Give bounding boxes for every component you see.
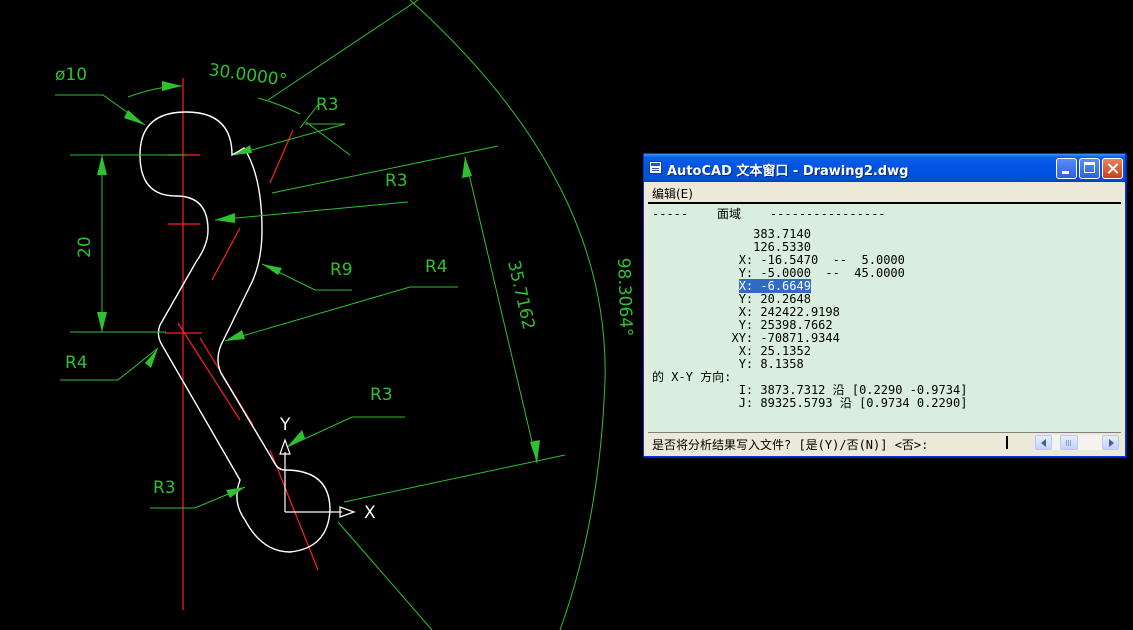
scroll-thumb[interactable] (1060, 435, 1078, 450)
scroll-right-button[interactable] (1102, 435, 1119, 450)
text-line: ----- 面域 ---------------- (652, 207, 886, 221)
scroll-left-button[interactable] (1035, 435, 1052, 450)
text-window-icon[interactable] (649, 161, 662, 174)
r4-left-label: R4 (65, 353, 88, 373)
text-line: J: 89325.5793 沿 [0.9734 0.2290] (652, 396, 968, 410)
r3-lower-label: R3 (370, 385, 393, 405)
r4-right-label: R4 (425, 257, 448, 277)
maximize-button[interactable] (1079, 158, 1100, 179)
ucs-y-label: Y (279, 415, 291, 435)
angle-label: 30.0000° (207, 60, 288, 91)
dim-aligned-label: 35.7162 (503, 259, 538, 332)
r9-label: R9 (330, 260, 353, 280)
title-bar[interactable]: AutoCAD 文本窗口 - Drawing2.dwg (644, 154, 1125, 182)
window-title: AutoCAD 文本窗口 - Drawing2.dwg (667, 164, 909, 179)
ucs-x-label: X (364, 503, 376, 523)
close-button[interactable] (1102, 158, 1123, 179)
r3-top-label: R3 (316, 95, 339, 115)
dim-arc-angle-label: 98.3064° (613, 257, 636, 336)
r3-bottom-label: R3 (153, 478, 176, 498)
text-output[interactable]: ----- 面域 ---------------- 383.7140 126.5… (648, 202, 1121, 432)
text-window[interactable]: AutoCAD 文本窗口 - Drawing2.dwg 编辑(E) ----- … (643, 153, 1126, 457)
command-prompt[interactable]: 是否将分析结果写入文件? [是(Y)/否(N)] <否>: (652, 436, 928, 453)
dim-20-label: 20 (75, 236, 95, 258)
menu-edit[interactable]: 编辑(E) (652, 185, 693, 202)
command-prompt-bar[interactable]: 是否将分析结果写入文件? [是(Y)/否(N)] <否>: (648, 432, 1121, 453)
r3-mid-label: R3 (385, 171, 408, 191)
centerlines (165, 78, 319, 610)
minimize-button[interactable] (1056, 158, 1077, 179)
diameter-label: ø10 (55, 65, 87, 85)
horizontal-scrollbar[interactable] (1035, 435, 1119, 450)
text-line-indent (652, 279, 739, 293)
text-caret (1006, 436, 1008, 449)
menu-bar: 编辑(E) (644, 182, 1125, 202)
selected-text[interactable]: X: -6.6649 (738, 279, 811, 293)
